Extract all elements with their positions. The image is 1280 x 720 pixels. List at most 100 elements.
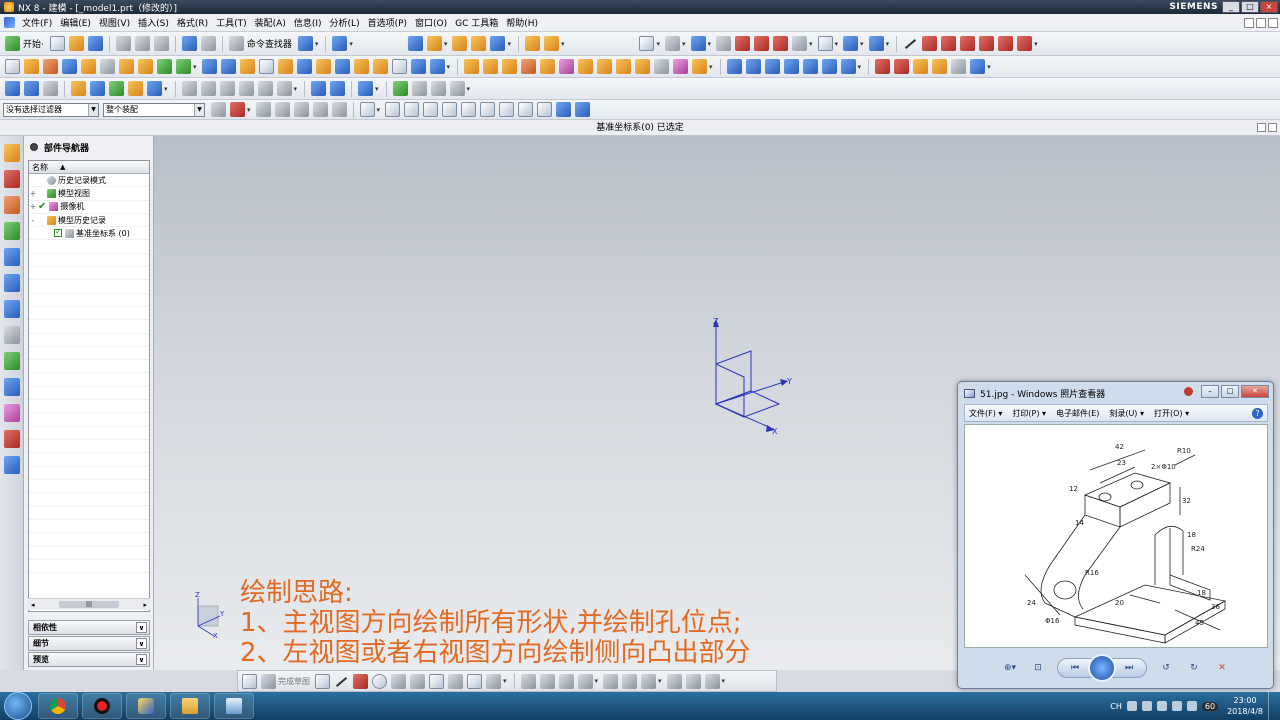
- wcs-icon[interactable]: [471, 36, 487, 51]
- section-icon[interactable]: [257, 81, 273, 96]
- rectangle-select-icon[interactable]: [359, 102, 375, 117]
- dependencies-panel[interactable]: 相依性 ∨: [28, 620, 150, 635]
- swept-icon[interactable]: [745, 59, 761, 74]
- fit-view-icon[interactable]: [639, 36, 655, 51]
- hidden-line-icon[interactable]: [200, 81, 216, 96]
- snap-perpendicular-icon[interactable]: [461, 102, 477, 117]
- edge-blend-icon[interactable]: [258, 59, 274, 74]
- viewer-menu-file[interactable]: 文件(F) ▾: [969, 408, 1002, 419]
- show-all-icon[interactable]: [128, 81, 143, 96]
- check-mate-icon[interactable]: [392, 81, 408, 96]
- orient-view-icon[interactable]: [490, 36, 506, 51]
- undo-icon[interactable]: [181, 36, 197, 51]
- fillet-curve-icon[interactable]: [960, 36, 976, 51]
- hd3d-tools-icon[interactable]: [3, 248, 20, 266]
- background-icon[interactable]: [817, 36, 833, 51]
- viewer-menu-email[interactable]: 电子邮件(E): [1056, 408, 1099, 419]
- sketch-arc-icon[interactable]: [353, 673, 368, 689]
- doc-restore-button[interactable]: [1256, 17, 1266, 28]
- minimize-button[interactable]: _: [1222, 1, 1240, 13]
- immediate-hide-icon[interactable]: [109, 81, 124, 96]
- pin-icon[interactable]: [30, 143, 38, 151]
- network-icon[interactable]: [1171, 701, 1182, 711]
- paste-face-icon[interactable]: [616, 59, 632, 74]
- palette-icon[interactable]: [3, 456, 20, 474]
- replace-face-icon[interactable]: [521, 59, 537, 74]
- follow-selection-icon[interactable]: [255, 102, 271, 117]
- viewer-menu-open[interactable]: 打开(O) ▾: [1154, 408, 1189, 419]
- open-folder-icon[interactable]: [68, 36, 84, 51]
- move-to-layer-icon[interactable]: [43, 81, 58, 96]
- invert-show-icon[interactable]: [773, 36, 789, 51]
- slideshow-button[interactable]: [1088, 654, 1116, 682]
- view-triad-icon[interactable]: [843, 36, 859, 51]
- layer-settings-icon[interactable]: [24, 81, 39, 96]
- scroll-left-arrow[interactable]: ◂: [31, 601, 35, 609]
- previous-button[interactable]: ⏮: [1066, 661, 1084, 675]
- offset-icon[interactable]: [486, 673, 501, 689]
- show-constraints-icon[interactable]: [666, 673, 682, 689]
- keyboard-icon[interactable]: [1141, 701, 1152, 711]
- collapse-toggle[interactable]: -: [29, 216, 37, 225]
- tree-row-cameras[interactable]: + ✔ 摄像机: [29, 201, 149, 214]
- constraints-icon[interactable]: [622, 673, 638, 689]
- make-corner-icon[interactable]: [558, 673, 574, 689]
- finish-sketch-icon[interactable]: [242, 673, 257, 689]
- name-column-header[interactable]: 名称 ▲: [29, 161, 149, 174]
- doc-minimize-button[interactable]: [1244, 17, 1254, 28]
- language-indicator[interactable]: CH: [1110, 702, 1122, 711]
- zoom-button[interactable]: ⊕▾: [1001, 661, 1019, 675]
- intersect-icon[interactable]: [239, 59, 255, 74]
- sketch-line-icon[interactable]: [334, 674, 349, 689]
- cut-icon[interactable]: [115, 36, 131, 51]
- roles-icon[interactable]: [3, 404, 20, 422]
- pattern-icon[interactable]: [334, 59, 350, 74]
- menu-help[interactable]: 帮助(H): [502, 16, 542, 29]
- menu-file[interactable]: 文件(F): [18, 16, 56, 29]
- render-style-icon[interactable]: [716, 36, 732, 51]
- snap-arc-center-icon[interactable]: [480, 102, 496, 117]
- show-and-hide-icon[interactable]: [90, 81, 105, 96]
- details-panel[interactable]: 细节 ∨: [28, 636, 150, 651]
- mirror-face-icon[interactable]: [635, 59, 651, 74]
- offset-face-icon[interactable]: [410, 59, 426, 74]
- show-desktop-button[interactable]: [1268, 692, 1276, 720]
- process-studio-icon[interactable]: [3, 352, 20, 370]
- snap-control-icon[interactable]: [423, 102, 439, 117]
- wrench-icon[interactable]: [875, 59, 891, 74]
- menu-gc-toolkit[interactable]: GC 工具箱: [451, 16, 502, 29]
- reattach-icon[interactable]: [685, 673, 701, 689]
- n-sided-surface-icon[interactable]: [764, 59, 780, 74]
- constraint-icon[interactable]: [452, 36, 468, 51]
- next-button[interactable]: ⏭: [1120, 661, 1138, 675]
- pick-show-icon[interactable]: [312, 102, 328, 117]
- update-model-icon[interactable]: [704, 673, 720, 689]
- pick-faces-icon[interactable]: [331, 102, 347, 117]
- part-navigator-tab-icon[interactable]: [3, 196, 20, 214]
- snap-point-icon[interactable]: [426, 36, 442, 51]
- expression-icon[interactable]: [430, 81, 446, 96]
- maximize-button[interactable]: □: [1241, 1, 1259, 13]
- unite-icon[interactable]: [201, 59, 217, 74]
- web-browser-icon[interactable]: [3, 274, 20, 292]
- extension-icon[interactable]: [840, 59, 856, 74]
- block-icon[interactable]: [62, 59, 77, 74]
- line-icon[interactable]: [903, 36, 918, 51]
- sew-icon[interactable]: [802, 59, 818, 74]
- spreadsheet-icon[interactable]: [449, 81, 465, 96]
- actual-size-button[interactable]: ⊡: [1029, 661, 1047, 675]
- trim-curve-icon[interactable]: [998, 36, 1014, 51]
- snap-intersection-icon[interactable]: [442, 102, 458, 117]
- arc-icon[interactable]: [922, 36, 938, 51]
- viewer-minimize-button[interactable]: –: [1201, 385, 1219, 398]
- sketch-chamfer-icon[interactable]: [410, 673, 425, 689]
- polygon-icon[interactable]: [448, 673, 463, 689]
- scroll-thumb[interactable]: |||: [59, 601, 119, 608]
- binoculars-icon[interactable]: [228, 36, 244, 51]
- edit-object-display-icon[interactable]: [71, 81, 86, 96]
- explode-icon[interactable]: [951, 59, 967, 74]
- deviation-icon[interactable]: [358, 81, 374, 96]
- make-coplanar-icon[interactable]: [654, 59, 670, 74]
- tree-row-history-mode[interactable]: 历史记录模式: [29, 174, 149, 188]
- sketch-mirror-icon[interactable]: [577, 673, 593, 689]
